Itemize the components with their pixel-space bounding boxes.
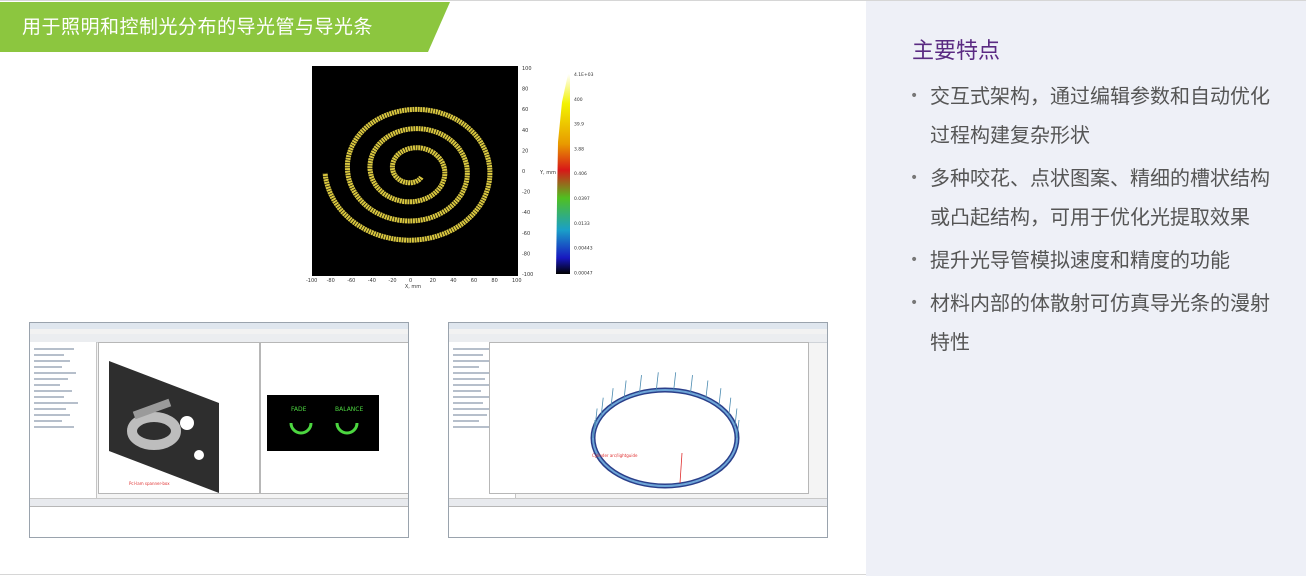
feature-list: • 交互式架构，通过编辑参数和自动优化过程构建复杂形状 • 多种咬花、点状图案、精细…	[910, 77, 1280, 366]
bottom-panel	[30, 506, 408, 537]
light-ray	[655, 372, 659, 391]
x-tick-label: -20	[388, 278, 396, 284]
light-ray	[705, 380, 709, 399]
label-fade: FADE	[291, 406, 307, 413]
feature-item: • 交互式架构，通过编辑参数和自动优化过程构建复杂形状	[910, 84, 1270, 147]
feature-item: • 提升光导管模拟速度和精度的功能	[910, 248, 1230, 272]
x-tick-label: 80	[491, 278, 497, 284]
colorbar-tick-label: 0.0397	[574, 196, 590, 202]
plot-xlabel: X, mm	[405, 284, 421, 290]
results-view[interactable]: FADE BALANCE	[260, 342, 408, 494]
feature-item: • 材料内部的体散射可仿真导光条的漫射特性	[910, 291, 1270, 354]
x-tick-label: -60	[347, 278, 355, 284]
x-tick-label: 60	[471, 278, 477, 284]
y-tick-label: 60	[522, 107, 528, 113]
x-tick-label: 40	[450, 278, 456, 284]
colorbar-tick-label: 39.9	[574, 122, 584, 128]
3d-view[interactable]: Cylinder arc/lightguide	[489, 342, 809, 494]
y-tick-label: 20	[522, 148, 528, 154]
x-tick-label: -80	[327, 278, 335, 284]
x-tick-label: -100	[306, 278, 317, 284]
colorbar-tick-label: 0.00443	[574, 246, 593, 252]
view-caption: Pcl-lam spanner-box	[129, 481, 170, 486]
colorbar-tick-label: 4.1E+03	[574, 72, 594, 78]
backplane	[109, 361, 219, 493]
light-ray	[718, 388, 722, 407]
irradiance-plot: 100 80 60 40 20 0 -20 -40 -60 -80 -100 -100 -80 -60 -…	[306, 66, 594, 290]
y-tick-label: -60	[522, 231, 530, 237]
software-screenshot-1: Pcl-lam spanner-box FADE BALANCE	[29, 322, 409, 538]
bottom-panel	[449, 506, 827, 537]
feature-text: 交互式架构，通过编辑参数和自动优化过程构建复杂形状	[930, 84, 1270, 147]
light-ray	[673, 372, 677, 391]
colorbar-tick-label: 400	[574, 97, 583, 103]
y-tick-label: 100	[522, 66, 532, 72]
hole	[180, 416, 194, 430]
x-tick-label: 100	[512, 278, 522, 284]
light-ray	[690, 375, 693, 394]
y-tick-label: -20	[522, 190, 530, 196]
features-panel: 主要特点 • 交互式架构，通过编辑参数和自动优化过程构建复杂形状 • 多种咬花、点状…	[866, 1, 1306, 576]
label-balance: BALANCE	[335, 406, 363, 413]
3d-view[interactable]: Pcl-lam spanner-box	[98, 342, 260, 494]
colorbar-tick-label: 0.406	[574, 171, 587, 177]
plot-area	[312, 66, 518, 276]
feature-item: • 多种咬花、点状图案、精细的槽状结构或凸起结构，可用于优化光提取效果	[910, 166, 1270, 229]
y-tick-label: 0	[522, 169, 525, 175]
y-tick-label: 80	[522, 87, 528, 93]
x-tick-label: -40	[368, 278, 376, 284]
y-tick-label: 40	[522, 128, 528, 134]
view-caption: Cylinder arc/lightguide	[592, 453, 638, 458]
colorbar-tick-label: 0.00047	[574, 270, 593, 276]
hole	[194, 450, 204, 460]
object-tree	[30, 342, 97, 512]
y-tick-label: -80	[522, 251, 530, 257]
plot-ylabel: Y, mm	[539, 170, 556, 176]
feature-text: 材料内部的体散射可仿真导光条的漫射特性	[930, 291, 1270, 354]
y-tick-label: -100	[522, 272, 533, 278]
colorbar	[556, 74, 570, 274]
features-heading: 主要特点	[912, 39, 1001, 64]
software-screenshot-2: Cylinder arc/lightguide	[448, 322, 828, 538]
feature-text: 多种咬花、点状图案、精细的槽状结构或凸起结构，可用于优化光提取效果	[930, 166, 1270, 229]
x-tick-label: 20	[430, 278, 436, 284]
colorbar-tick-label: 3.88	[574, 146, 584, 152]
page-title: 用于照明和控制光分布的导光管与导光条	[22, 16, 374, 38]
colorbar-tick-label: 0.0133	[574, 221, 590, 227]
result-map	[267, 395, 379, 451]
y-tick-label: -40	[522, 210, 530, 216]
feature-text: 提升光导管模拟速度和精度的功能	[930, 248, 1230, 272]
